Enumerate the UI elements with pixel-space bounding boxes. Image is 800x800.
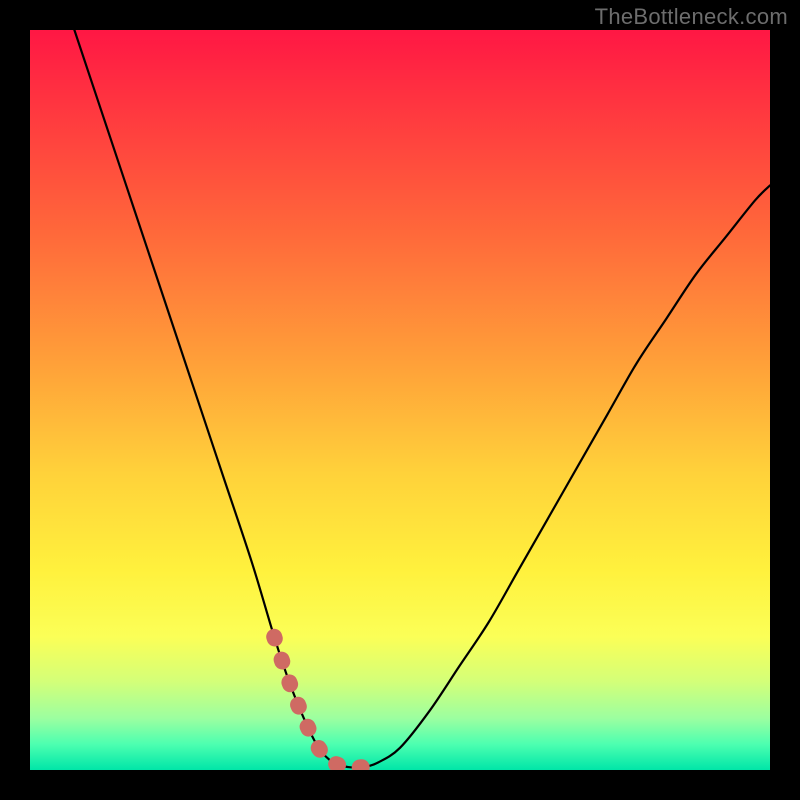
watermark-text: TheBottleneck.com (595, 4, 788, 30)
gradient-background (30, 30, 770, 770)
outer-frame: TheBottleneck.com (0, 0, 800, 800)
plot-area (30, 30, 770, 770)
bottleneck-chart (30, 30, 770, 770)
